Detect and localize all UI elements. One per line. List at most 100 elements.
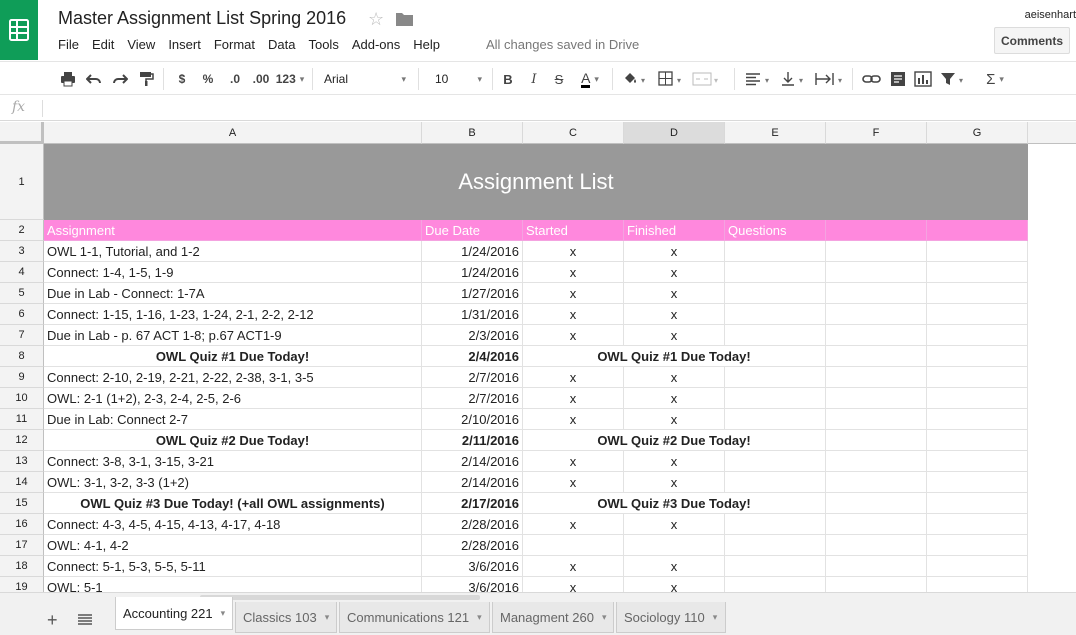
empty-cell[interactable] — [826, 304, 927, 325]
questions-cell[interactable] — [725, 367, 826, 388]
chevron-down-icon[interactable]: ▾ — [221, 608, 226, 619]
due-date-cell[interactable]: 1/27/2016 — [422, 283, 523, 304]
empty-cell[interactable] — [927, 283, 1028, 304]
questions-cell[interactable] — [725, 241, 826, 262]
due-date-cell[interactable]: 2/28/2016 — [422, 514, 523, 535]
chevron-down-icon[interactable]: ▾ — [477, 612, 482, 623]
column-header-c[interactable]: C — [523, 122, 624, 144]
row-header[interactable]: 4 — [0, 262, 44, 283]
filter-icon[interactable]: ▾ — [940, 68, 968, 90]
empty-cell[interactable] — [927, 241, 1028, 262]
add-sheet-button[interactable]: + — [47, 610, 58, 631]
due-date-cell[interactable]: 2/28/2016 — [422, 535, 523, 556]
row-header[interactable]: 18 — [0, 556, 44, 577]
empty-cell[interactable] — [826, 430, 927, 451]
column-label-cell[interactable]: Assignment — [44, 220, 422, 241]
due-date-cell[interactable]: 1/24/2016 — [422, 241, 523, 262]
empty-cell[interactable] — [826, 556, 927, 577]
assignment-cell[interactable]: Due in Lab - Connect: 1-7A — [44, 283, 422, 304]
questions-cell[interactable] — [725, 409, 826, 430]
decrease-decimals-button[interactable]: .0 — [224, 68, 246, 90]
functions-button[interactable]: Σ — [980, 68, 1010, 90]
empty-cell[interactable] — [927, 493, 1028, 514]
empty-cell[interactable] — [927, 556, 1028, 577]
assignment-cell[interactable]: Connect: 1-15, 1-16, 1-23, 1-24, 2-1, 2-… — [44, 304, 422, 325]
due-date-cell[interactable]: 2/7/2016 — [422, 367, 523, 388]
assignment-cell[interactable]: Connect: 5-1, 5-3, 5-5, 5-11 — [44, 556, 422, 577]
questions-cell[interactable] — [725, 556, 826, 577]
row-header[interactable]: 6 — [0, 304, 44, 325]
horizontal-align-icon[interactable]: ▾ — [744, 68, 774, 90]
empty-cell[interactable] — [826, 346, 927, 367]
chevron-down-icon[interactable]: ▾ — [713, 612, 718, 623]
column-header-d[interactable]: D — [624, 122, 725, 144]
sheet-tab-accounting-221[interactable]: Accounting 221 ▾ — [115, 597, 233, 630]
fill-color-icon[interactable]: ▾ — [622, 68, 650, 90]
menu-format[interactable]: Format — [214, 37, 255, 53]
empty-cell[interactable] — [826, 451, 927, 472]
more-formats-button[interactable]: 123 — [274, 68, 306, 90]
menu-insert[interactable]: Insert — [168, 37, 201, 53]
text-color-button[interactable]: A — [574, 68, 606, 90]
empty-cell[interactable] — [826, 262, 927, 283]
questions-cell[interactable] — [725, 325, 826, 346]
questions-cell[interactable] — [725, 514, 826, 535]
finished-cell[interactable]: x — [624, 472, 725, 493]
due-date-cell[interactable]: 3/6/2016 — [422, 556, 523, 577]
empty-cell[interactable] — [927, 451, 1028, 472]
spreadsheet-grid[interactable]: ABCDEFGH12345678910111213141516171819Ass… — [0, 122, 1076, 592]
sheet-tab-communications-121[interactable]: Communications 121 ▾ — [339, 602, 490, 633]
due-date-cell[interactable]: 2/14/2016 — [422, 451, 523, 472]
row-header[interactable]: 12 — [0, 430, 44, 451]
assignment-cell[interactable]: Connect: 1-4, 1-5, 1-9 — [44, 262, 422, 283]
finished-cell[interactable]: x — [624, 577, 725, 592]
due-date-cell[interactable]: 2/7/2016 — [422, 388, 523, 409]
started-cell[interactable] — [523, 535, 624, 556]
column-header-f[interactable]: F — [826, 122, 927, 144]
assignment-cell[interactable]: Connect: 2-10, 2-19, 2-21, 2-22, 2-38, 3… — [44, 367, 422, 388]
due-date-cell[interactable]: 2/4/2016 — [422, 346, 523, 367]
assignment-cell[interactable]: OWL Quiz #2 Due Today! — [44, 430, 422, 451]
assignment-cell[interactable]: OWL 1-1, Tutorial, and 1-2 — [44, 241, 422, 262]
sheet-tab-sociology-110[interactable]: Sociology 110 ▾ — [616, 602, 726, 633]
strikethrough-button[interactable]: S — [553, 68, 565, 90]
empty-cell[interactable] — [826, 535, 927, 556]
finished-cell[interactable] — [624, 535, 725, 556]
borders-icon[interactable]: ▾ — [658, 68, 686, 90]
chevron-down-icon[interactable]: ▾ — [602, 612, 607, 623]
column-label-cell[interactable]: Questions — [725, 220, 826, 241]
finished-cell[interactable]: x — [624, 409, 725, 430]
comments-button[interactable]: Comments — [994, 27, 1070, 54]
assignment-cell[interactable]: Connect: 3-8, 3-1, 3-15, 3-21 — [44, 451, 422, 472]
row-header[interactable]: 3 — [0, 241, 44, 262]
started-cell[interactable]: x — [523, 451, 624, 472]
empty-cell[interactable] — [927, 577, 1028, 592]
empty-cell[interactable] — [927, 535, 1028, 556]
paint-format-icon[interactable] — [138, 68, 154, 90]
row-header[interactable]: 15 — [0, 493, 44, 514]
empty-cell[interactable] — [826, 514, 927, 535]
empty-cell[interactable] — [927, 472, 1028, 493]
empty-cell[interactable] — [826, 493, 927, 514]
started-cell[interactable]: x — [523, 367, 624, 388]
star-icon[interactable]: ☆ — [368, 9, 384, 30]
menu-tools[interactable]: Tools — [308, 37, 338, 53]
finished-cell[interactable]: x — [624, 556, 725, 577]
due-date-cell[interactable]: 2/14/2016 — [422, 472, 523, 493]
column-label-cell[interactable]: Finished — [624, 220, 725, 241]
menu-edit[interactable]: Edit — [92, 37, 114, 53]
assignment-cell[interactable]: Due in Lab - p. 67 ACT 1-8; p.67 ACT1-9 — [44, 325, 422, 346]
started-cell[interactable]: x — [523, 577, 624, 592]
column-label-cell[interactable] — [826, 220, 927, 241]
empty-cell[interactable] — [826, 577, 927, 592]
assignment-cell[interactable]: OWL Quiz #3 Due Today! (+all OWL assignm… — [44, 493, 422, 514]
text-wrapping-icon[interactable]: ▾ — [814, 68, 846, 90]
insert-link-icon[interactable] — [862, 68, 882, 90]
column-header-g[interactable]: G — [927, 122, 1028, 144]
empty-cell[interactable] — [826, 472, 927, 493]
due-date-cell[interactable]: 2/17/2016 — [422, 493, 523, 514]
menu-help[interactable]: Help — [413, 37, 440, 53]
user-account[interactable]: aeisenhart — [1025, 9, 1076, 21]
quiz-notice-cell[interactable]: OWL Quiz #3 Due Today! — [523, 493, 826, 514]
finished-cell[interactable]: x — [624, 325, 725, 346]
